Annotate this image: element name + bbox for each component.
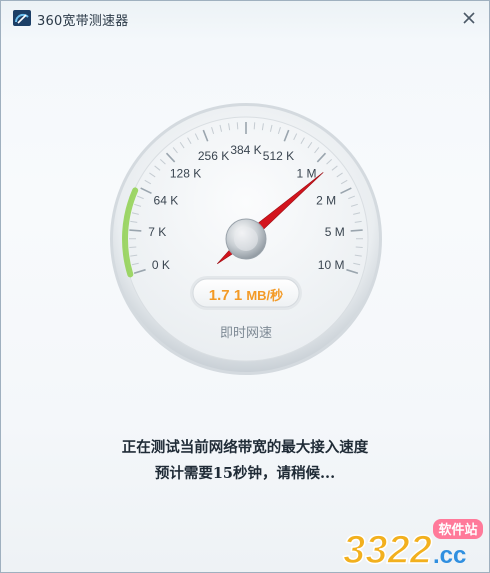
major-tick xyxy=(129,229,142,232)
window-title: 360宽带测速器 xyxy=(37,14,129,29)
watermark-number: 3322 xyxy=(343,528,432,571)
scale-label: 10 M xyxy=(318,258,345,272)
app-logo-icon xyxy=(13,10,31,26)
minor-tick xyxy=(253,122,256,130)
scale-label: 384 K xyxy=(230,143,261,157)
scale-label: 0 K xyxy=(152,258,170,272)
minor-tick xyxy=(236,122,239,130)
status-line-1: 正在测试当前网络带宽的最大接入速度 xyxy=(121,439,369,456)
scale-label: 5 M xyxy=(325,225,345,239)
speed-readout: 1.7 1 MB/秒 xyxy=(209,287,283,304)
close-icon[interactable] xyxy=(459,8,479,28)
scale-label: 512 K xyxy=(263,149,294,163)
scale-label: 128 K xyxy=(170,167,201,181)
watermark-domain: .cc xyxy=(433,542,466,569)
speed-value: 1.7 1 xyxy=(209,287,242,304)
scale-label: 64 K xyxy=(154,193,179,207)
speedtest-window: 360宽带测速器 0 K 7 K 64 K 128 K 256 K 384 K … xyxy=(0,0,490,573)
watermark-badge: 软件站 xyxy=(438,522,477,538)
scale-label: 7 K xyxy=(148,225,166,239)
minor-tick xyxy=(129,246,137,248)
status-line-2: 预计需要15秒钟，请稍候... xyxy=(154,465,336,482)
gauge-caption: 即时网速 xyxy=(220,326,272,341)
speed-gauge: 0 K 7 K 64 K 128 K 256 K 384 K 512 K1 M2 M 5 M 1… xyxy=(110,103,382,375)
major-tick xyxy=(350,229,363,232)
scale-label: 2 M xyxy=(316,193,336,207)
scale-label: 256 K xyxy=(198,149,229,163)
needle-hub-highlight xyxy=(234,227,258,251)
minor-tick xyxy=(355,246,363,248)
speed-unit: MB/秒 xyxy=(246,288,283,303)
scale-label: 1 M xyxy=(296,167,316,181)
site-watermark: 3322 .cc 软件站 xyxy=(342,519,483,571)
title-bar[interactable]: 360宽带测速器 xyxy=(1,1,489,35)
